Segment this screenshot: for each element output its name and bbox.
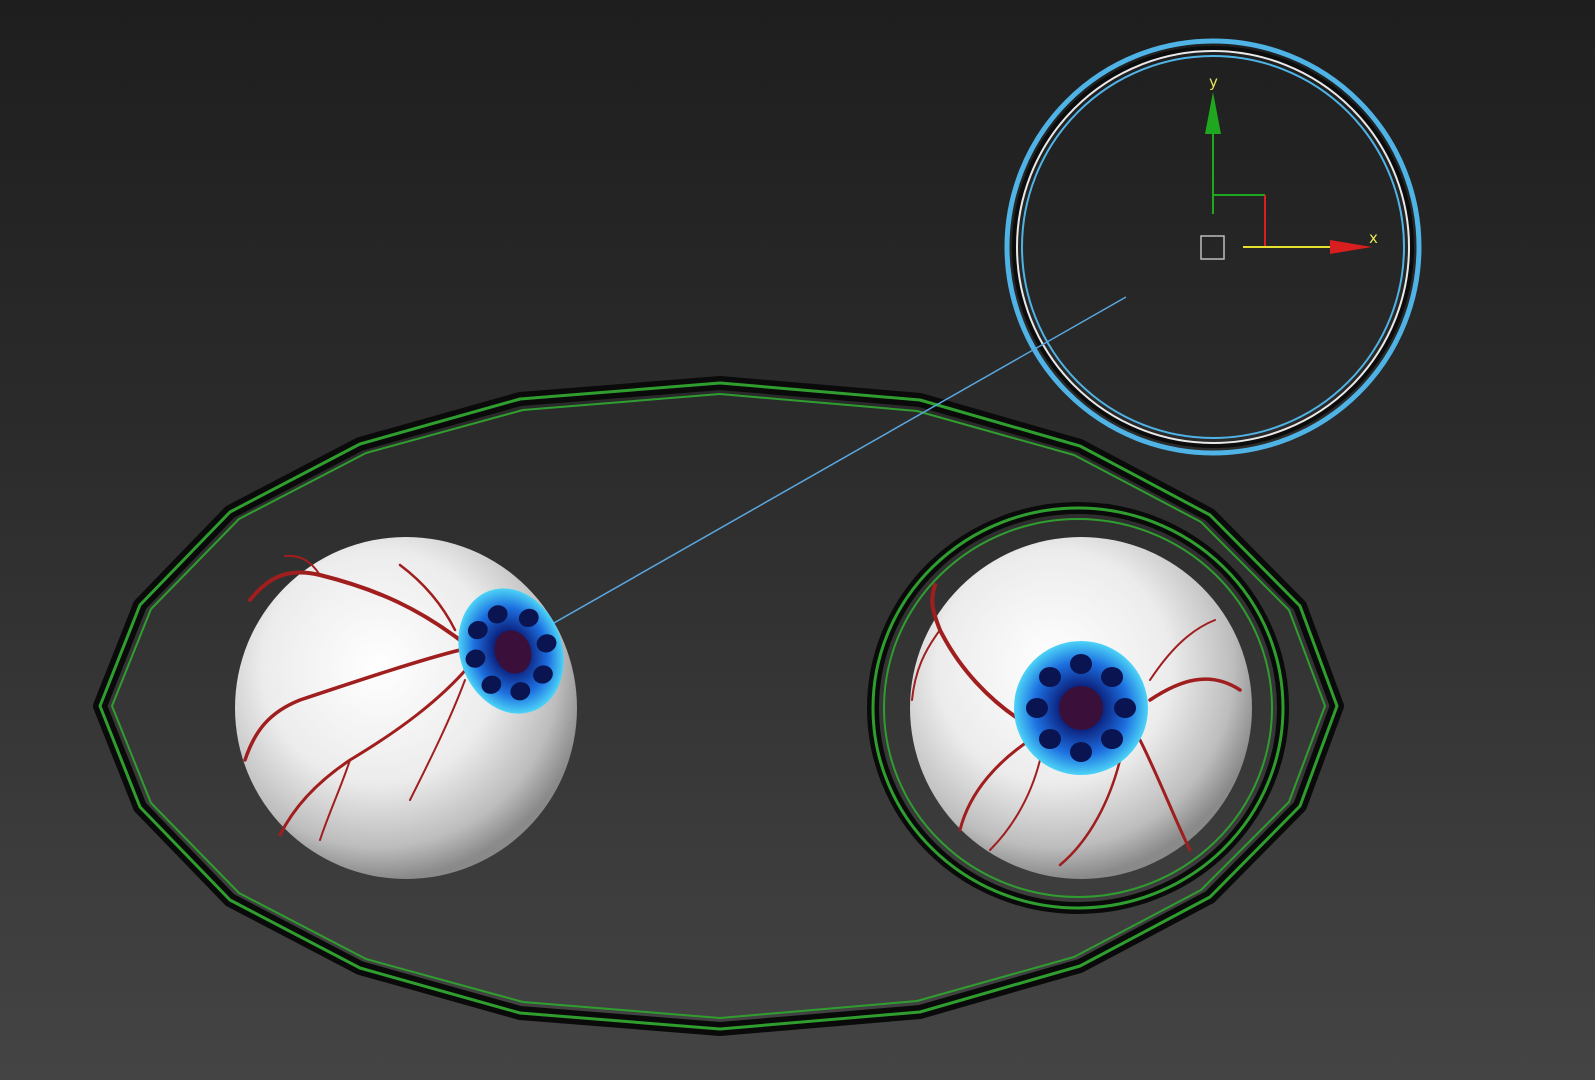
3d-viewport[interactable]: y x <box>0 0 1595 1080</box>
y-axis-label: y <box>1209 73 1218 91</box>
transform-gizmo[interactable]: y x <box>1200 73 1378 260</box>
right-pupil <box>1059 686 1103 730</box>
x-axis-label: x <box>1369 229 1378 247</box>
viewport-scene: y x <box>93 38 1422 1036</box>
x-axis-arrow[interactable] <box>1330 240 1372 254</box>
pivot-point-icon[interactable] <box>1200 235 1225 260</box>
left-eyeball[interactable] <box>235 537 581 879</box>
y-axis-arrow[interactable] <box>1205 92 1221 134</box>
right-eyeball[interactable] <box>910 537 1252 879</box>
